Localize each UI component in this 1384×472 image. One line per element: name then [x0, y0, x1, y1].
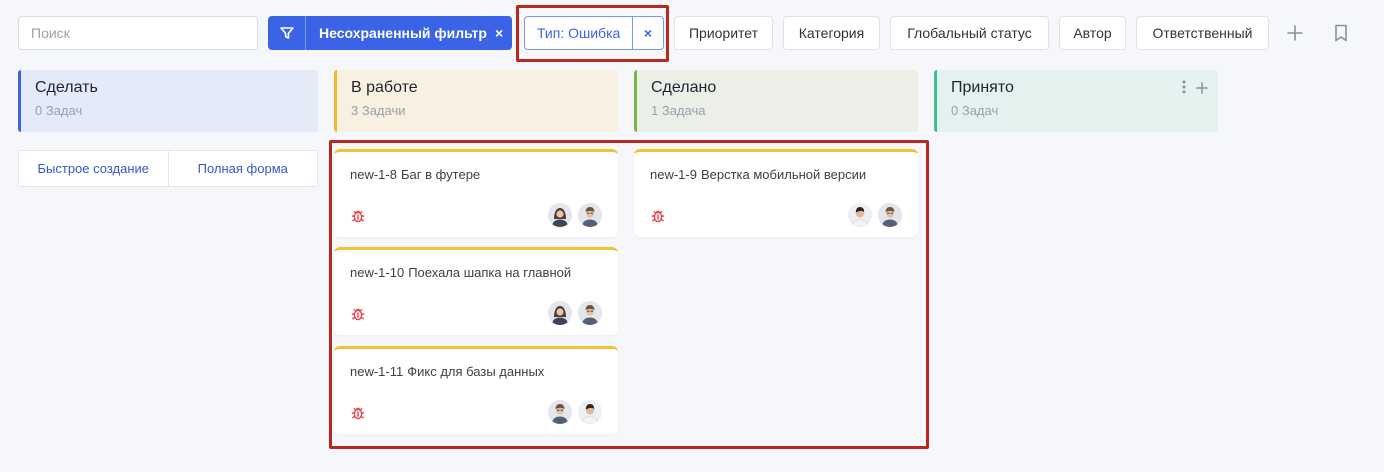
column-title: Принято	[951, 79, 1014, 96]
task-key: new-1-8	[350, 167, 397, 182]
avatar[interactable]	[578, 400, 602, 424]
filter-priority-button[interactable]: Приоритет	[674, 16, 773, 50]
task-title: Баг в футере	[400, 167, 481, 182]
column-title: Сделать	[35, 79, 98, 96]
task-card[interactable]: new-1-8 Баг в футере	[334, 149, 618, 237]
quick-create-panel: Быстрое создание Полная форма	[18, 150, 318, 187]
close-icon[interactable]: ×	[633, 17, 663, 49]
column-count: 1 Задача	[651, 103, 706, 118]
filter-icon	[268, 16, 306, 50]
column-title: В работе	[351, 79, 418, 96]
column-done: Сделано 1 Задача	[634, 70, 918, 132]
close-icon[interactable]: ×	[487, 16, 503, 50]
unsaved-filter-button[interactable]: Несохраненный фильтр ×	[268, 16, 512, 50]
avatar[interactable]	[548, 301, 572, 325]
more-vertical-icon[interactable]	[1182, 80, 1186, 99]
task-key: new-1-10	[350, 265, 405, 280]
plus-icon[interactable]	[1196, 81, 1208, 99]
avatar[interactable]	[848, 203, 872, 227]
bug-icon	[350, 405, 366, 421]
task-title: Верстка мобильной версии	[700, 167, 867, 182]
column-todo: Сделать 0 Задач	[18, 70, 318, 132]
plus-icon[interactable]	[1280, 18, 1310, 48]
avatar[interactable]	[548, 400, 572, 424]
bookmark-icon[interactable]	[1326, 18, 1356, 48]
filter-author-button[interactable]: Автор	[1059, 16, 1126, 50]
bug-icon	[350, 208, 366, 224]
column-count: 0 Задач	[35, 103, 83, 118]
task-card[interactable]: new-1-11 Фикс для базы данных	[334, 346, 618, 434]
filter-assignee-button[interactable]: Ответственный	[1136, 16, 1269, 50]
task-title: Поехала шапка на главной	[408, 265, 572, 280]
column-count: 3 Задачи	[351, 103, 406, 118]
quick-create-button[interactable]: Быстрое создание	[19, 151, 169, 186]
filter-category-button[interactable]: Категория	[783, 16, 880, 50]
bug-icon	[650, 208, 666, 224]
column-count: 0 Задач	[951, 103, 999, 118]
search-input[interactable]	[18, 16, 258, 50]
type-filter-label[interactable]: Тип: Ошибка	[525, 17, 633, 49]
task-title: Фикс для базы данных	[407, 364, 545, 379]
filter-global-status-button[interactable]: Глобальный статус	[890, 16, 1049, 50]
avatar[interactable]	[578, 301, 602, 325]
column-in-progress: В работе 3 Задачи	[334, 70, 618, 132]
task-key: new-1-9	[650, 167, 697, 182]
task-key: new-1-11	[350, 364, 404, 379]
avatar[interactable]	[578, 203, 602, 227]
column-title: Сделано	[651, 79, 717, 96]
full-form-button[interactable]: Полная форма	[169, 151, 318, 186]
column-accepted: Принято 0 Задач	[934, 70, 1218, 132]
task-card[interactable]: new-1-10 Поехала шапка на главной	[334, 247, 618, 335]
unsaved-filter-label: Несохраненный фильтр	[319, 25, 487, 41]
type-filter-chip[interactable]: Тип: Ошибка ×	[524, 16, 664, 50]
bug-icon	[350, 306, 366, 322]
task-card[interactable]: new-1-9 Верстка мобильной версии	[634, 149, 918, 237]
avatar[interactable]	[878, 203, 902, 227]
avatar[interactable]	[548, 203, 572, 227]
